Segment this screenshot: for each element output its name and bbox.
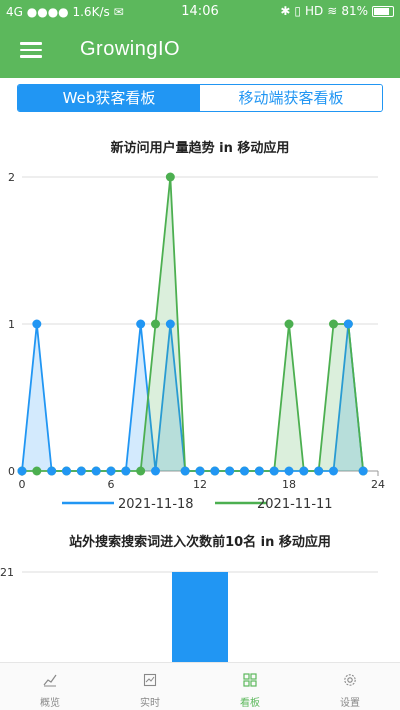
data-point-0 [284, 466, 294, 476]
nav-dashboard-label: 看板 [240, 698, 260, 709]
data-point-0 [329, 466, 338, 476]
bottom-navigation: 概览 实时 看板 设置 [0, 662, 400, 710]
hamburger-menu-icon[interactable] [20, 42, 42, 58]
gear-icon [344, 674, 356, 686]
y-tick-label: 21 [0, 566, 14, 579]
legend-label-1: 2021-11-11 [257, 497, 333, 512]
x-tick-label: 6 [108, 478, 115, 491]
wifi-icon: ≋ [327, 4, 338, 18]
y-tick-label: 1 [8, 318, 15, 331]
data-point-1 [165, 172, 175, 182]
app-title: GrowingIO [80, 38, 181, 60]
series-area-0 [22, 324, 364, 471]
hd-indicator: HD [305, 4, 324, 18]
vibrate-icon: ▯ [294, 4, 301, 18]
y-tick-label: 0 [8, 465, 15, 478]
data-point-0 [136, 319, 146, 329]
data-point-0 [17, 466, 27, 476]
new-visitors-chart: 0120 6 12 18 242021-11-18 2021-11-11 [8, 171, 385, 512]
series-line-0 [21, 323, 365, 472]
data-point-0 [358, 466, 368, 476]
data-point-0 [210, 466, 220, 476]
data-point-0 [299, 466, 309, 476]
data-point-0 [314, 466, 324, 476]
data-point-0 [225, 466, 235, 476]
nav-overview-label: 概览 [40, 698, 60, 709]
data-point-0 [269, 466, 279, 476]
y-tick-label: 2 [8, 171, 15, 184]
data-point-0 [343, 319, 353, 329]
chart-title-search-terms: 站外搜索搜索词进入次数前10名 in 移动应用 [69, 535, 331, 550]
x-tick-label: 24 [371, 478, 385, 491]
data-point-0 [47, 466, 57, 476]
status-bar: 4G ●●●● 1.6K/s ✉ 14:06 ✱ ▯ HD ≋ 81% [0, 0, 400, 24]
data-point-0 [195, 466, 205, 476]
data-point-0 [32, 319, 42, 329]
bluetooth-icon: ✱ [280, 4, 291, 18]
search-terms-chart: 21 [0, 566, 378, 662]
nav-realtime-label: 实时 [140, 698, 160, 709]
data-point-0 [76, 466, 86, 476]
nav-settings-label: 设置 [340, 698, 360, 709]
data-point-0 [254, 466, 264, 476]
data-point-1 [136, 466, 146, 476]
tab-web-dashboard[interactable]: Web获客看板 [18, 85, 200, 111]
x-tick-label: 0 [19, 478, 26, 491]
data-point-0 [151, 466, 160, 476]
data-point-0 [62, 466, 71, 476]
data-point-1 [151, 319, 160, 329]
data-point-1 [329, 319, 338, 329]
x-tick-label: 18 [282, 478, 296, 491]
realtime-icon [143, 673, 157, 687]
data-point-0 [91, 466, 101, 476]
app-bar: GrowingIO [0, 24, 400, 78]
data-point-0 [180, 466, 190, 476]
data-point-0 [240, 466, 249, 476]
dashboard-grid-icon [243, 673, 257, 687]
data-point-0 [165, 319, 175, 329]
data-point-0 [106, 466, 116, 476]
status-right: ✱ ▯ HD ≋ 81% [280, 4, 394, 18]
data-point-1 [32, 466, 42, 476]
chart-line-icon [43, 674, 57, 687]
nav-settings[interactable]: 设置 [300, 663, 400, 710]
dashboard-tabs: Web获客看板 移动端获客看板 [17, 84, 383, 112]
tab-mobile-dashboard[interactable]: 移动端获客看板 [200, 85, 382, 111]
nav-dashboard[interactable]: 看板 [200, 663, 300, 710]
battery-fill [374, 7, 389, 15]
x-tick-label: 12 [193, 478, 207, 491]
chart-title-new-visitors: 新访问用户量趋势 in 移动应用 [110, 141, 290, 156]
data-point-1 [284, 319, 294, 329]
legend-label-0: 2021-11-18 [118, 497, 194, 512]
nav-realtime[interactable]: 实时 [100, 663, 200, 710]
data-point-0 [121, 466, 131, 476]
battery-percent: 81% [341, 4, 368, 18]
battery-icon [372, 5, 394, 17]
bar-0 [172, 572, 228, 662]
nav-overview[interactable]: 概览 [0, 663, 100, 710]
